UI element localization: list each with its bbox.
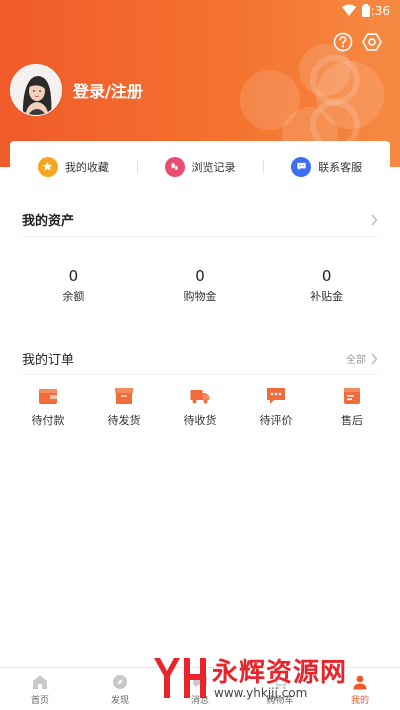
all-orders-label: 全部 — [346, 355, 366, 366]
settings-icon[interactable] — [362, 32, 382, 52]
chat-icon — [291, 156, 312, 177]
history-link[interactable]: 浏览记录 — [136, 156, 264, 177]
user-icon — [353, 675, 367, 690]
compass-icon — [113, 675, 127, 689]
nav-cart[interactable]: 购物车 — [240, 668, 320, 710]
box-icon — [115, 388, 133, 404]
comment-icon — [267, 388, 285, 404]
shopping-credit-value: 0 — [195, 267, 205, 285]
nav-home-label: 首页 — [30, 696, 49, 706]
quick-links-card: 我的收藏 浏览记录 联系客服 — [10, 141, 390, 192]
cart-icon — [273, 675, 288, 690]
order-pending-shipment[interactable]: 待发货 — [86, 387, 162, 428]
help-icon[interactable] — [333, 32, 353, 52]
subsidy-label: 补贴金 — [310, 290, 344, 303]
assets-title: 我的资产 — [22, 214, 75, 229]
assets-header[interactable]: 我的资产 — [22, 203, 378, 237]
wallet-icon — [39, 389, 57, 404]
orders-card: 我的订单 全部 待付款 待发货 待收货 待评价 售后 — [10, 343, 390, 436]
asset-subsidy[interactable]: 0 补贴金 — [263, 267, 390, 304]
history-label: 浏览记录 — [191, 160, 236, 174]
avatar[interactable] — [10, 64, 62, 116]
nav-messages[interactable]: 消息 — [160, 668, 240, 710]
truck-icon — [190, 390, 210, 404]
customer-service-label: 联系客服 — [318, 160, 363, 174]
customer-service-link[interactable]: 联系客服 — [263, 156, 390, 177]
pending-payment-label: 待付款 — [31, 414, 65, 427]
order-pending-payment[interactable]: 待付款 — [10, 387, 86, 428]
message-icon — [193, 676, 207, 688]
pending-shipment-label: 待发货 — [107, 414, 141, 427]
pending-review-label: 待评价 — [259, 414, 293, 427]
shopping-credit-label: 购物金 — [183, 290, 217, 303]
order-pending-receipt[interactable]: 待收货 — [162, 387, 238, 428]
order-pending-review[interactable]: 待评价 — [238, 387, 314, 428]
nav-mine-label: 我的 — [350, 696, 369, 706]
pending-receipt-label: 待收货 — [183, 414, 217, 427]
assets-row: 0 余额 0 购物金 0 补贴金 — [10, 267, 390, 304]
status-time: 9:36 — [363, 4, 390, 18]
nav-messages-label: 消息 — [190, 696, 209, 706]
bottom-nav: 首页 发现 消息 购物车 我的 — [0, 667, 400, 710]
subsidy-value: 0 — [321, 267, 332, 285]
favorites-label: 我的收藏 — [64, 160, 109, 174]
orders-header: 我的订单 全部 — [22, 343, 378, 375]
orders-title: 我的订单 — [22, 353, 75, 368]
order-status-row: 待付款 待发货 待收货 待评价 售后 — [10, 387, 390, 428]
after-sale-icon — [344, 388, 360, 404]
assets-card: 我的资产 0 余额 0 购物金 0 补贴金 — [10, 203, 390, 333]
asset-balance[interactable]: 0 余额 — [10, 267, 137, 304]
asset-shopping-credit[interactable]: 0 购物金 — [137, 267, 264, 304]
nav-discover-label: 发现 — [110, 696, 129, 706]
wifi-icon — [342, 4, 356, 16]
avatar-illustration — [11, 65, 61, 115]
nav-mine[interactable]: 我的 — [320, 668, 400, 710]
balance-value: 0 — [68, 267, 79, 285]
footprint-icon — [164, 156, 185, 177]
nav-cart-label: 购物车 — [266, 696, 294, 706]
all-orders-link[interactable]: 全部 — [346, 351, 378, 366]
status-bar: 9:36 — [0, 0, 400, 22]
balance-label: 余额 — [62, 290, 85, 303]
nav-home[interactable]: 首页 — [0, 668, 80, 710]
after-sale-label: 售后 — [341, 414, 363, 427]
favorites-link[interactable]: 我的收藏 — [10, 156, 137, 177]
chevron-right-icon — [371, 214, 378, 225]
nav-discover[interactable]: 发现 — [80, 668, 160, 710]
chevron-right-icon — [371, 353, 378, 364]
star-icon — [37, 156, 58, 177]
login-register-link[interactable]: 登录/注册 — [73, 78, 143, 102]
order-after-sale[interactable]: 售后 — [314, 387, 390, 428]
home-icon — [33, 675, 47, 689]
